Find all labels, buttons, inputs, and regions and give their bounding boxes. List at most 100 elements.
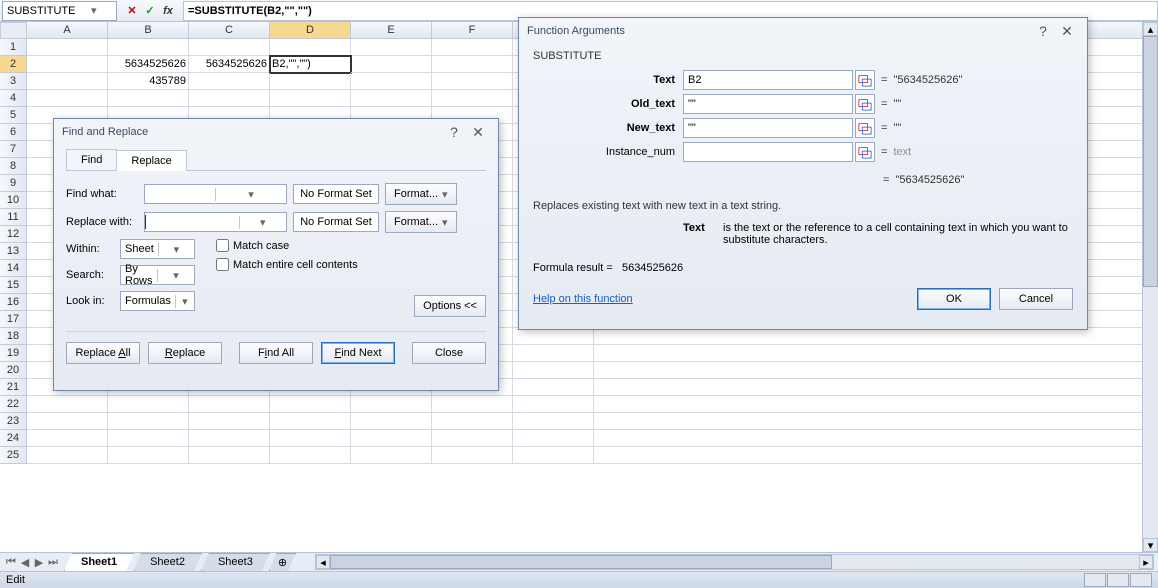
cell-F23[interactable]: [432, 413, 513, 430]
page-layout-view-button[interactable]: [1107, 573, 1129, 587]
find-what-dropdown-icon[interactable]: ▾: [215, 188, 286, 201]
help-on-function-link[interactable]: Help on this function: [533, 293, 633, 305]
replace-button[interactable]: Replace: [148, 342, 222, 364]
scroll-down-icon[interactable]: ▾: [1143, 538, 1158, 552]
sheet-tab-sheet2[interactable]: Sheet2: [133, 553, 202, 571]
cell-C1[interactable]: [189, 39, 270, 56]
replace-all-button[interactable]: Replace All: [66, 342, 140, 364]
cell-A3[interactable]: [27, 73, 108, 90]
cell-C4[interactable]: [189, 90, 270, 107]
cell-G22[interactable]: [513, 396, 594, 413]
row-header-4[interactable]: 4: [0, 90, 27, 107]
cell-filler[interactable]: [594, 328, 1158, 345]
column-header-C[interactable]: C: [189, 22, 270, 39]
find-replace-titlebar[interactable]: Find and Replace ? ✕: [54, 119, 498, 145]
column-header-E[interactable]: E: [351, 22, 432, 39]
cell-E3[interactable]: [351, 73, 432, 90]
close-button[interactable]: Close: [412, 342, 486, 364]
fx-icon[interactable]: fx: [159, 5, 177, 17]
sheet-first-icon[interactable]: ⏮: [4, 556, 18, 569]
cell-filler[interactable]: [594, 447, 1158, 464]
cell-E22[interactable]: [351, 396, 432, 413]
row-header-1[interactable]: 1: [0, 39, 27, 56]
cell-D1[interactable]: [270, 39, 351, 56]
row-header-20[interactable]: 20: [0, 362, 27, 379]
replace-format-button[interactable]: Format...▾: [385, 211, 457, 233]
cell-F22[interactable]: [432, 396, 513, 413]
cell-G24[interactable]: [513, 430, 594, 447]
normal-view-button[interactable]: [1084, 573, 1106, 587]
cell-E25[interactable]: [351, 447, 432, 464]
cell-E4[interactable]: [351, 90, 432, 107]
cell-filler[interactable]: [594, 430, 1158, 447]
dialog-close-icon[interactable]: ✕: [1055, 23, 1079, 40]
chevron-down-icon[interactable]: ▾: [157, 269, 194, 282]
within-select[interactable]: Sheet▾: [120, 239, 195, 259]
row-header-3[interactable]: 3: [0, 73, 27, 90]
tab-find[interactable]: Find: [66, 149, 117, 170]
arg-input-new_text[interactable]: [683, 118, 853, 138]
cell-B22[interactable]: [108, 396, 189, 413]
vertical-scrollbar[interactable]: ▴ ▾: [1142, 22, 1158, 552]
cell-A23[interactable]: [27, 413, 108, 430]
hscroll-thumb[interactable]: [330, 555, 832, 569]
cell-C22[interactable]: [189, 396, 270, 413]
row-header-2[interactable]: 2: [0, 56, 27, 73]
column-header-F[interactable]: F: [432, 22, 513, 39]
enter-edit-icon[interactable]: ✓: [141, 4, 159, 17]
cell-G20[interactable]: [513, 362, 594, 379]
options-button[interactable]: Options <<: [414, 295, 486, 317]
scroll-right-icon[interactable]: ▸: [1139, 555, 1153, 569]
row-header-19[interactable]: 19: [0, 345, 27, 362]
name-box-dropdown-icon[interactable]: ▾: [75, 4, 112, 17]
replace-with-input[interactable]: ▾: [144, 212, 287, 232]
cell-D24[interactable]: [270, 430, 351, 447]
cell-D25[interactable]: [270, 447, 351, 464]
sheet-tab-sheet1[interactable]: Sheet1: [64, 553, 134, 571]
cell-E1[interactable]: [351, 39, 432, 56]
find-what-input[interactable]: ▾: [144, 184, 287, 204]
cancel-button[interactable]: Cancel: [999, 288, 1073, 310]
cell-B25[interactable]: [108, 447, 189, 464]
row-header-12[interactable]: 12: [0, 226, 27, 243]
cell-filler[interactable]: [594, 345, 1158, 362]
row-header-17[interactable]: 17: [0, 311, 27, 328]
cell-C24[interactable]: [189, 430, 270, 447]
arg-input-instance_num[interactable]: [683, 142, 853, 162]
row-header-11[interactable]: 11: [0, 209, 27, 226]
row-header-13[interactable]: 13: [0, 243, 27, 260]
row-header-9[interactable]: 9: [0, 175, 27, 192]
cell-F4[interactable]: [432, 90, 513, 107]
tab-replace[interactable]: Replace: [116, 150, 186, 171]
row-header-8[interactable]: 8: [0, 158, 27, 175]
range-selector-icon[interactable]: [855, 118, 875, 138]
sheet-last-icon[interactable]: ⏭: [46, 556, 60, 569]
column-header-D[interactable]: D: [270, 22, 351, 39]
new-sheet-button[interactable]: ⊕: [269, 553, 296, 571]
cell-C23[interactable]: [189, 413, 270, 430]
row-header-14[interactable]: 14: [0, 260, 27, 277]
cell-D22[interactable]: [270, 396, 351, 413]
match-case-checkbox[interactable]: [216, 239, 229, 252]
sheet-prev-icon[interactable]: ◀: [18, 556, 32, 569]
cell-F2[interactable]: [432, 56, 513, 73]
row-header-21[interactable]: 21: [0, 379, 27, 396]
cell-B1[interactable]: [108, 39, 189, 56]
cell-F24[interactable]: [432, 430, 513, 447]
range-selector-icon[interactable]: [855, 70, 875, 90]
cell-E2[interactable]: [351, 56, 432, 73]
lookin-select[interactable]: Formulas▾: [120, 291, 195, 311]
cell-A2[interactable]: [27, 56, 108, 73]
cell-B3[interactable]: 435789: [108, 73, 189, 90]
ok-button[interactable]: OK: [917, 288, 991, 310]
sheet-tab-sheet3[interactable]: Sheet3: [201, 553, 270, 571]
range-selector-icon[interactable]: [855, 142, 875, 162]
cell-B24[interactable]: [108, 430, 189, 447]
cell-F1[interactable]: [432, 39, 513, 56]
cell-E23[interactable]: [351, 413, 432, 430]
chevron-down-icon[interactable]: ▾: [175, 295, 194, 308]
function-arguments-titlebar[interactable]: Function Arguments ? ✕: [519, 18, 1087, 44]
row-header-16[interactable]: 16: [0, 294, 27, 311]
row-header-7[interactable]: 7: [0, 141, 27, 158]
arg-input-old_text[interactable]: [683, 94, 853, 114]
